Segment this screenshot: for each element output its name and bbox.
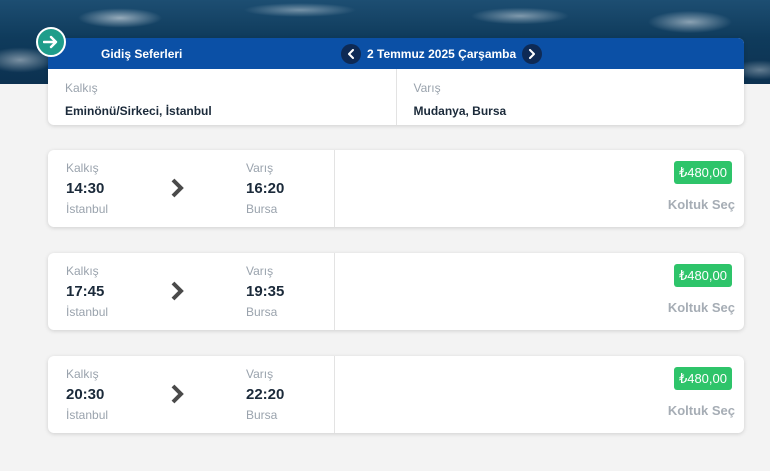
route-from: Kalkış Eminönü/Sirkeci, İstanbul xyxy=(48,69,396,125)
arrival-city: Bursa xyxy=(246,305,278,319)
arrival-label: Varış xyxy=(246,161,274,175)
departure-time: 20:30 xyxy=(66,386,105,403)
departure: Kalkış 14:30 İstanbul xyxy=(66,161,108,216)
from-value: Eminönü/Sirkeci, İstanbul xyxy=(65,104,212,118)
arrival-city: Bursa xyxy=(246,408,278,422)
arrival: Varış 16:20 Bursa xyxy=(246,161,284,216)
select-seat-button[interactable]: Koltuk Seç xyxy=(668,403,735,418)
select-seat-button[interactable]: Koltuk Seç xyxy=(668,197,735,212)
chevron-right-icon xyxy=(170,280,184,307)
selected-date: 2 Temmuz 2025 Çarşamba xyxy=(367,46,517,61)
card-header: Gidiş Seferleri 2 Temmuz 2025 Çarşamba xyxy=(48,38,744,69)
price-badge: ₺480,00 xyxy=(673,264,732,287)
chevron-left-icon xyxy=(348,48,354,59)
departure: Kalkış 20:30 İstanbul xyxy=(66,367,108,422)
route-row: Kalkış Eminönü/Sirkeci, İstanbul Varış M… xyxy=(48,69,744,125)
departure-city: İstanbul xyxy=(66,305,109,319)
arrival-label: Varış xyxy=(246,264,274,278)
date-navigator: 2 Temmuz 2025 Çarşamba xyxy=(341,42,543,65)
arrival-city: Bursa xyxy=(246,202,278,216)
trip-card[interactable]: Kalkış 20:30 İstanbul Varış 22:20 Bursa … xyxy=(48,356,744,433)
departure-time: 17:45 xyxy=(66,283,105,300)
departure-label: Kalkış xyxy=(66,161,99,175)
chevron-right-icon xyxy=(170,177,184,204)
trip-card[interactable]: Kalkış 14:30 İstanbul Varış 16:20 Bursa … xyxy=(48,150,744,227)
next-date-button[interactable] xyxy=(522,43,543,64)
arrival-time: 16:20 xyxy=(246,180,285,197)
departure: Kalkış 17:45 İstanbul xyxy=(66,264,108,319)
from-label: Kalkış xyxy=(65,81,98,95)
to-value: Mudanya, Bursa xyxy=(413,104,507,118)
departure-city: İstanbul xyxy=(66,408,109,422)
outbound-arrow-icon xyxy=(36,27,66,57)
select-seat-button[interactable]: Koltuk Seç xyxy=(668,300,735,315)
trip-times: Kalkış 17:45 İstanbul Varış 19:35 Bursa xyxy=(48,253,335,330)
arrival-time: 22:20 xyxy=(246,386,285,403)
route-to: Varış Mudanya, Bursa xyxy=(395,69,745,125)
arrival: Varış 22:20 Bursa xyxy=(246,367,284,422)
arrival-label: Varış xyxy=(246,367,274,381)
price-badge: ₺480,00 xyxy=(673,367,732,390)
route-summary-card: Gidiş Seferleri 2 Temmuz 2025 Çarşamba K… xyxy=(48,38,744,125)
to-label: Varış xyxy=(413,81,441,95)
departure-time: 14:30 xyxy=(66,180,105,197)
trip-times: Kalkış 14:30 İstanbul Varış 16:20 Bursa xyxy=(48,150,335,227)
prev-date-button[interactable] xyxy=(341,43,361,64)
departure-label: Kalkış xyxy=(66,264,99,278)
header-title: Gidiş Seferleri xyxy=(101,47,183,61)
chevron-right-icon xyxy=(170,383,184,410)
trip-times: Kalkış 20:30 İstanbul Varış 22:20 Bursa xyxy=(48,356,335,433)
arrival: Varış 19:35 Bursa xyxy=(246,264,284,319)
trip-card[interactable]: Kalkış 17:45 İstanbul Varış 19:35 Bursa … xyxy=(48,253,744,330)
departure-label: Kalkış xyxy=(66,367,99,381)
departure-city: İstanbul xyxy=(66,202,109,216)
chevron-right-icon xyxy=(529,48,536,59)
price-badge: ₺480,00 xyxy=(673,161,732,184)
arrival-time: 19:35 xyxy=(246,283,285,300)
